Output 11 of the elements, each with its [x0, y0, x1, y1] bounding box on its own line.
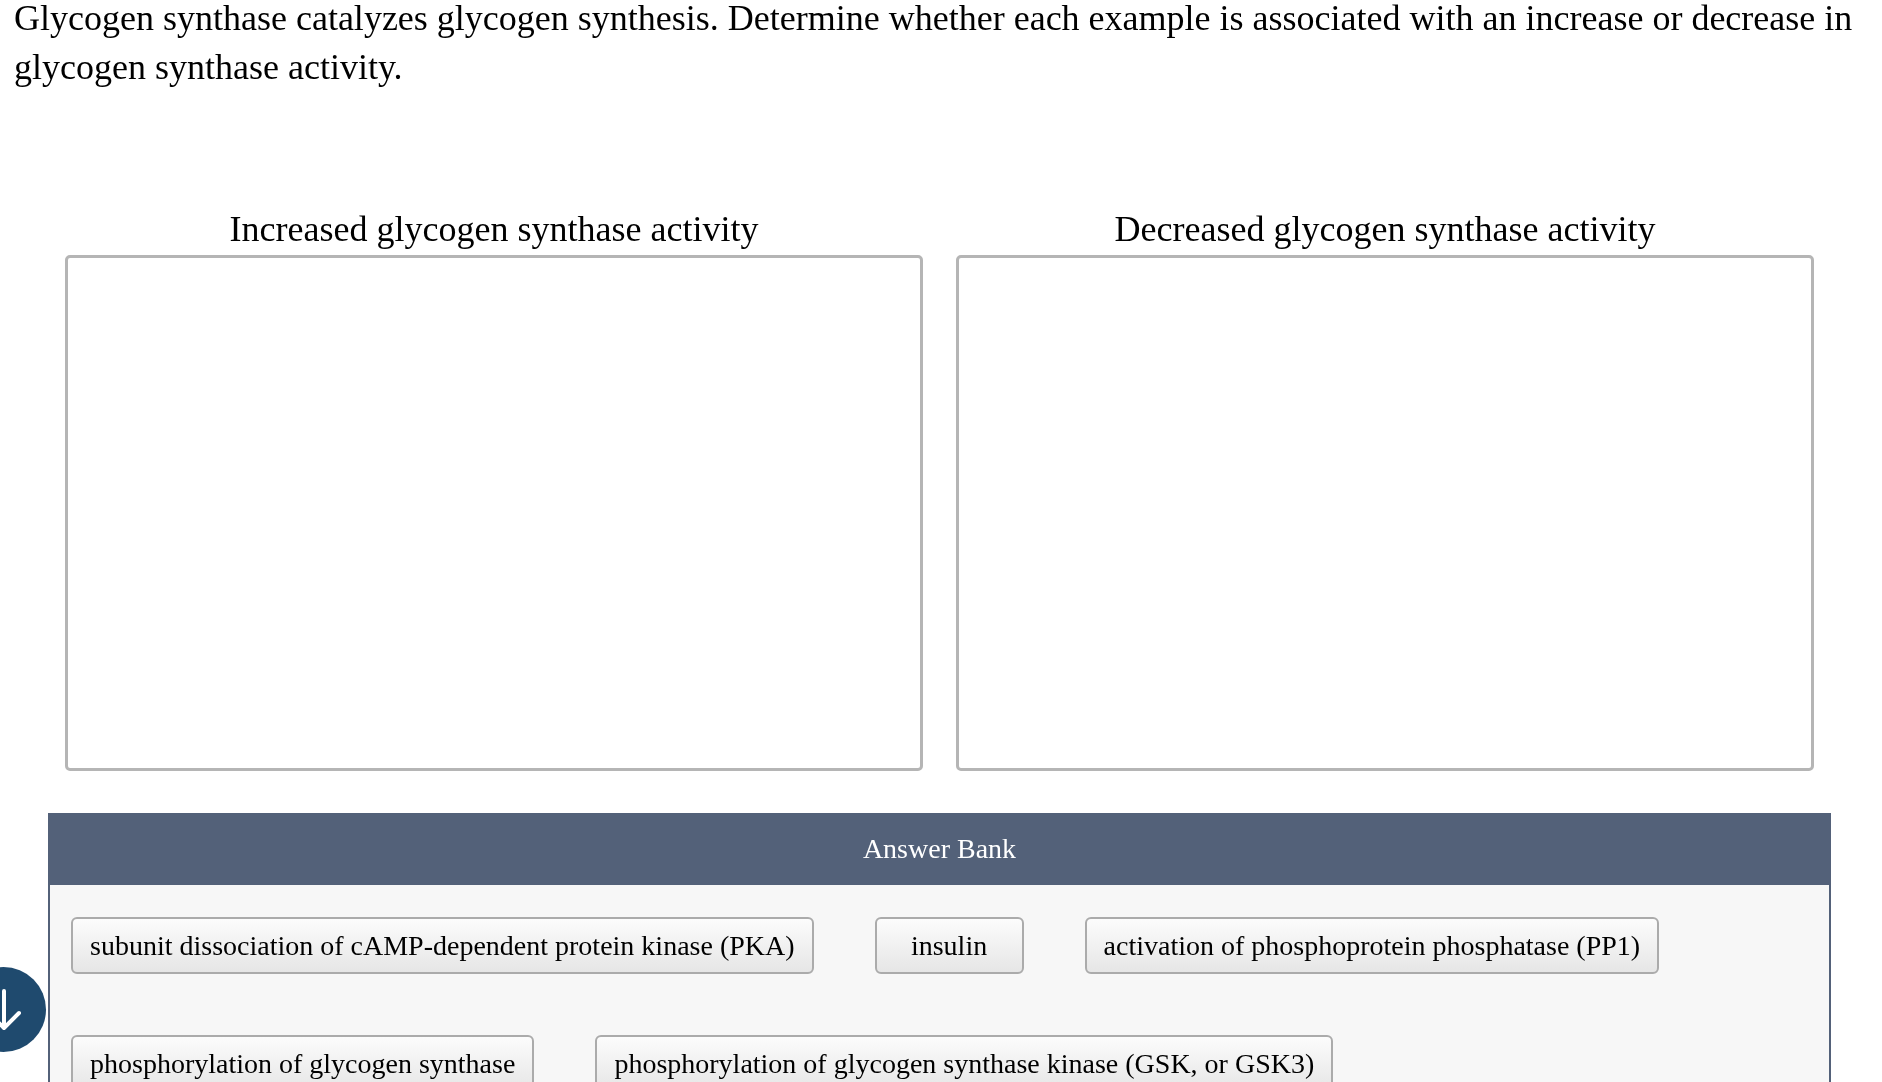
drop-zone[interactable] [956, 255, 1814, 771]
answer-chip[interactable]: activation of phosphoprotein phosphatase (PP1) [1084, 917, 1660, 974]
answer-chip[interactable]: insulin [874, 917, 1024, 974]
answer-chip[interactable]: subunit dissociation of cAMP-dependent protein kinase (PKA) [71, 917, 814, 974]
category-heading: Increased glycogen synthase activity [229, 209, 759, 249]
category-heading: Decreased glycogen synthase activity [1114, 209, 1656, 249]
answer-bank-header: Answer Bank [48, 813, 1831, 885]
drop-zone[interactable] [65, 255, 923, 771]
answer-chip[interactable]: phosphorylation of glycogen synthase kinase (GSK, or GSK3) [595, 1035, 1334, 1082]
answer-chip[interactable]: phosphorylation of glycogen synthase [71, 1035, 535, 1082]
question-text: Glycogen synthase catalyzes glycogen synthesis. Determine whether each example is associated with an increase or decrease in glycogen synthase activity. [14, 0, 1854, 89]
